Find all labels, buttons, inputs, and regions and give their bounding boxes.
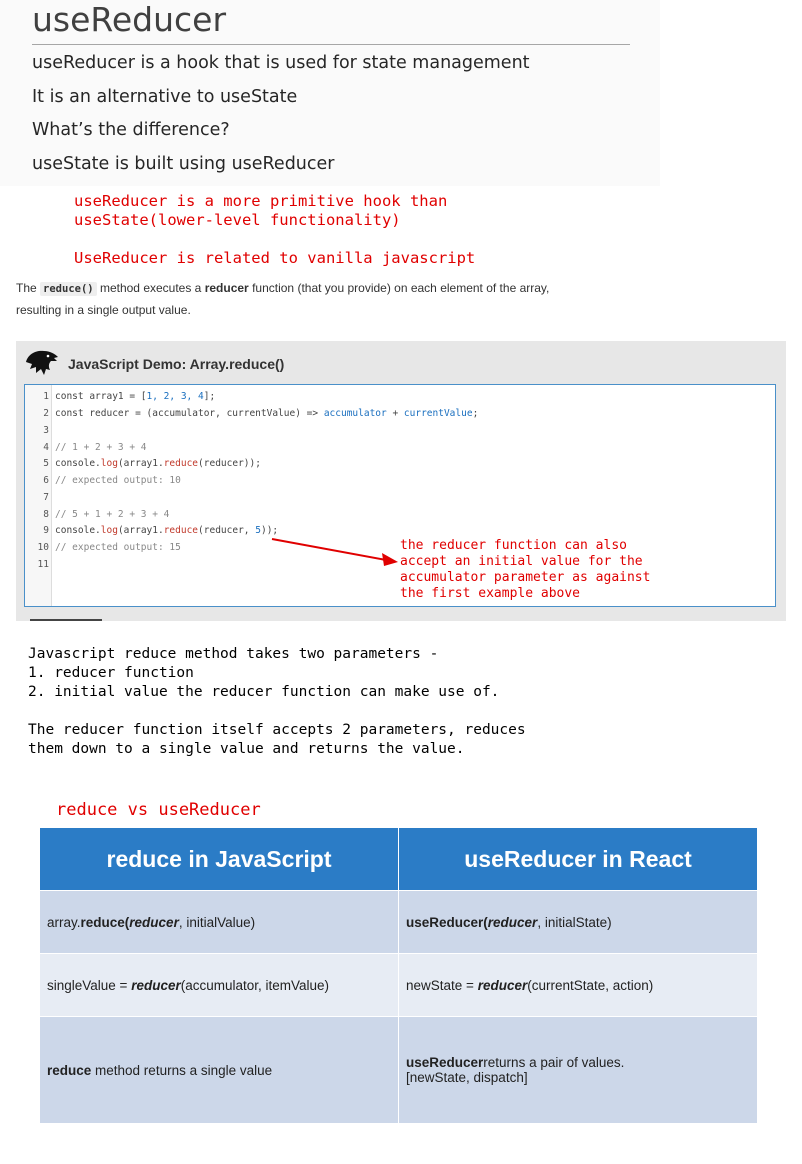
note-line-2: 1. reducer function: [28, 665, 194, 681]
annotation-arrow-icon: [271, 538, 398, 566]
annotation-line-1: the reducer function can also: [400, 538, 627, 553]
line-number: 9: [43, 525, 49, 536]
code-line-1: const array1 = [1, 2, 3, 4];: [55, 391, 216, 402]
line-number: 6: [43, 475, 49, 486]
mdn-mid: method executes a: [99, 281, 202, 295]
primitive-note-line-2: useState(lower-level functionality): [74, 211, 401, 229]
code-line-8: // 5 + 1 + 2 + 3 + 4: [55, 509, 170, 520]
note-line-1: Javascript reduce method takes two param…: [28, 646, 439, 662]
slide-title: useReducer: [32, 0, 227, 39]
slide-bullet-3: What’s the difference?: [32, 120, 230, 140]
line-number: 4: [43, 442, 49, 453]
line-number: 10: [37, 542, 49, 553]
table-cell: newState = reducer(currentState, action): [398, 953, 758, 1017]
reduce-code-inline: reduce(): [40, 282, 97, 296]
annotation-line-3: accumulator parameter as against: [400, 570, 651, 585]
note-line-5: them down to a single value and returns …: [28, 741, 465, 757]
comparison-heading: reduce vs useReducer: [56, 800, 261, 820]
demo-title: JavaScript Demo: Array.reduce(): [68, 356, 285, 372]
annotation-line-4: the first example above: [400, 586, 581, 601]
table-cell: useReducer(reducer, initialState): [398, 890, 758, 954]
table-cell: reduce method returns a single value: [40, 1016, 399, 1123]
primitive-note-line-1: useReducer is a more primitive hook than: [74, 192, 448, 210]
mdn-end: function (that you provide) on each elem…: [252, 281, 550, 295]
column-header-javascript: reduce in JavaScript: [40, 828, 399, 891]
table-row: array.reduce(reducer, initialValue) useR…: [40, 890, 758, 954]
table-cell: array.reduce(reducer, initialValue): [40, 890, 399, 954]
title-divider: [32, 44, 630, 45]
note-line-4: The reducer function itself accepts 2 pa…: [28, 722, 526, 738]
table-cell: useReducerreturns a pair of values. [newS…: [398, 1016, 758, 1123]
mdn-reducer-bold: reducer: [204, 281, 249, 295]
line-number: 1: [43, 391, 49, 402]
line-number: 2: [43, 408, 49, 419]
table-row: reduce method returns a single value use…: [40, 1016, 758, 1123]
slide-bullet-1: useReducer is a hook that is used for st…: [32, 53, 530, 73]
code-line-10: // expected output: 15: [55, 542, 181, 553]
line-number: 8: [43, 509, 49, 520]
line-number: 3: [43, 425, 49, 436]
annotation-line-2: accept an initial value for the: [400, 554, 643, 569]
line-number: 5: [43, 458, 49, 469]
panel-tab-indicator: [30, 619, 102, 621]
mdn-description-line-1: The reduce() method executes a reducer f…: [16, 281, 550, 296]
line-number: 11: [37, 559, 49, 570]
vanilla-js-note: UseReducer is related to vanilla javascr…: [74, 249, 476, 267]
code-line-5: console.log(array1.reduce(reducer));: [55, 458, 261, 469]
code-line-9: console.log(array1.reduce(reducer, 5));: [55, 525, 279, 536]
line-number: 7: [43, 492, 49, 503]
mdn-description-line-2: resulting in a single output value.: [16, 303, 191, 317]
code-line-6: // expected output: 10: [55, 475, 181, 486]
table-cell: singleValue = reducer(accumulator, itemV…: [40, 953, 399, 1017]
slide-bullet-2: It is an alternative to useState: [32, 87, 298, 107]
code-line-2: const reducer = (accumulator, currentVal…: [55, 408, 479, 419]
column-header-react: useReducer in React: [398, 828, 758, 891]
dinosaur-logo-icon: [26, 350, 58, 375]
mdn-the: The: [16, 281, 37, 295]
comparison-table: reduce in JavaScript useReducer in React…: [40, 828, 758, 1123]
slide-bullet-4: useState is built using useReducer: [32, 154, 335, 174]
code-line-4: // 1 + 2 + 3 + 4: [55, 442, 147, 453]
table-row: singleValue = reducer(accumulator, itemV…: [40, 953, 758, 1017]
note-line-3: 2. initial value the reducer function ca…: [28, 684, 500, 700]
